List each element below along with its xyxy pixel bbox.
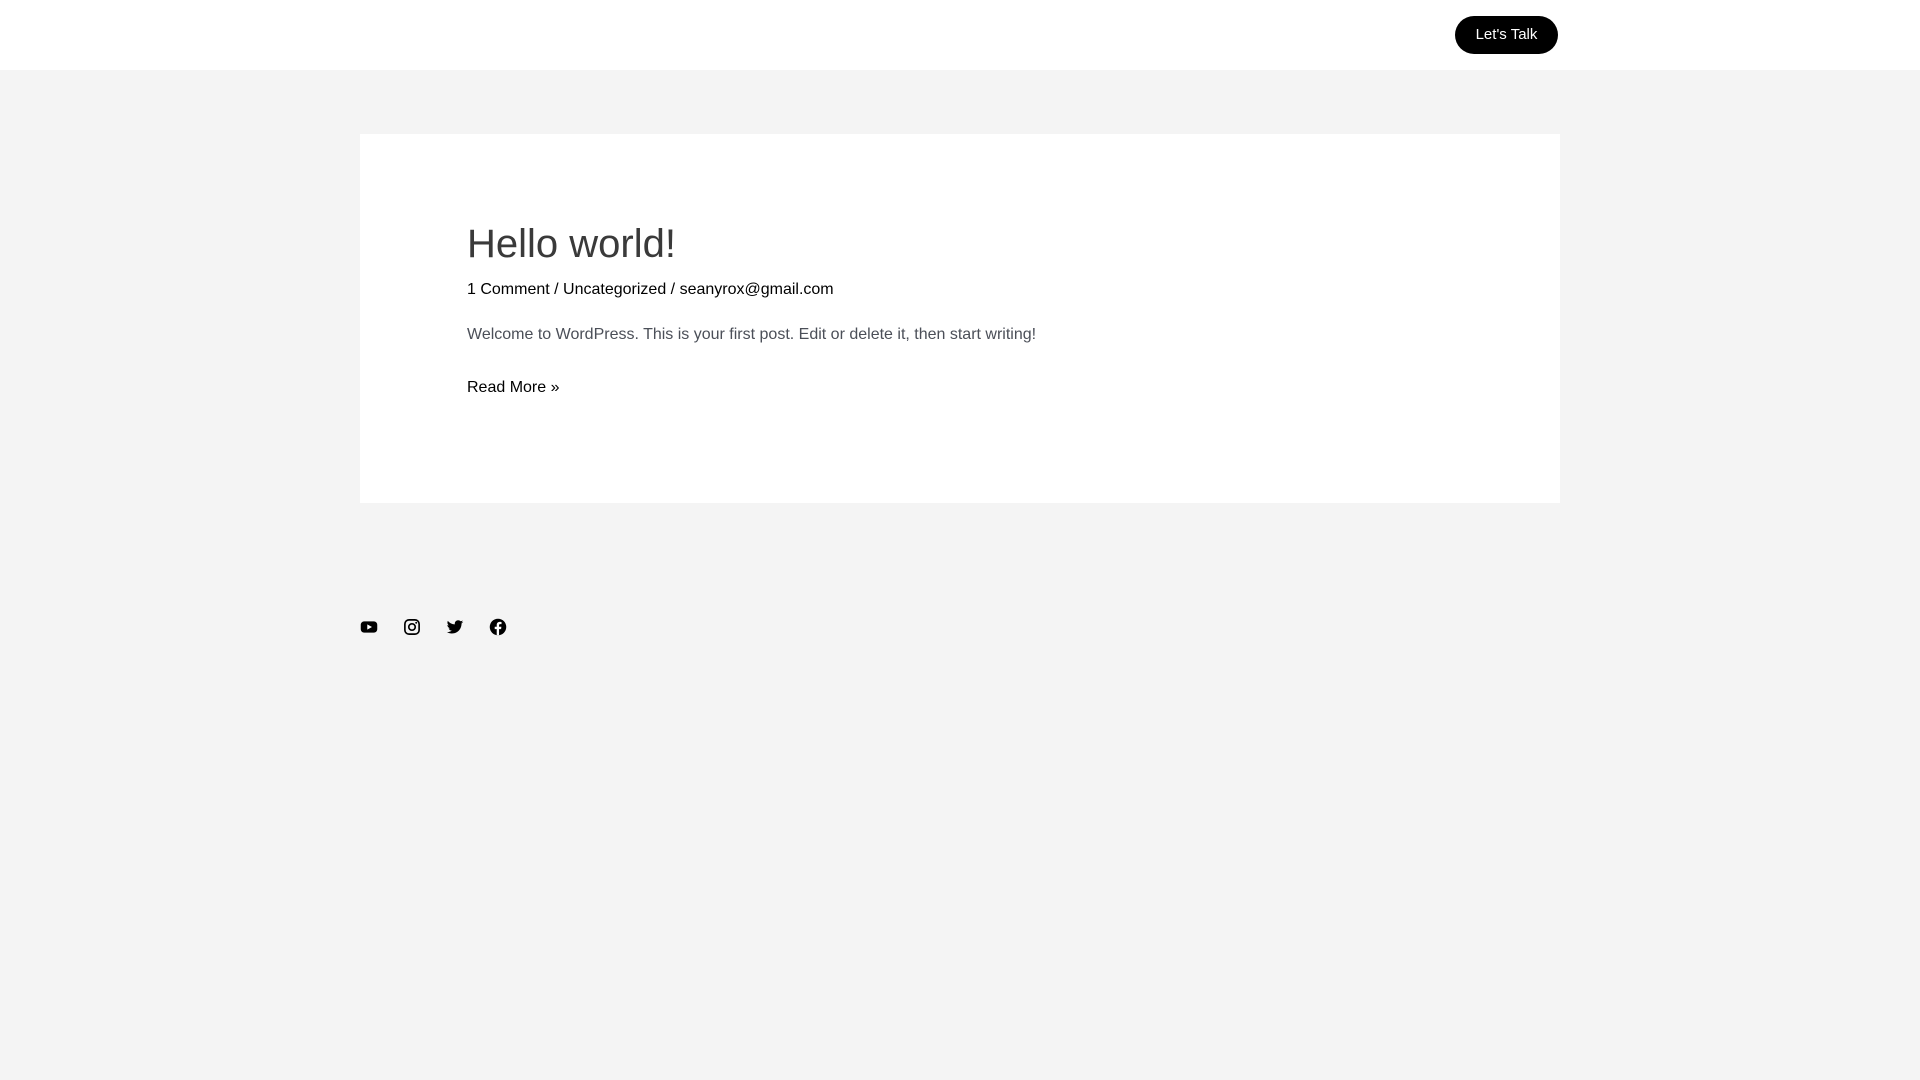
read-more-link[interactable]: Read More » [467,379,560,397]
post-card: Hello world! 1 Comment / Uncategorized /… [360,134,1560,503]
category-link[interactable]: Uncategorized [563,281,666,298]
post-meta: 1 Comment / Uncategorized / seanyrox@gma… [467,280,1036,299]
instagram-icon[interactable] [403,618,421,636]
comments-link[interactable]: 1 Comment [467,281,550,298]
lets-talk-button[interactable]: Let's Talk [1455,16,1558,54]
youtube-icon[interactable] [360,618,378,636]
post-excerpt: Welcome to WordPress. This is your first… [467,326,1037,344]
twitter-icon[interactable] [446,618,464,636]
author-link[interactable]: seanyrox@gmail.com [680,281,834,298]
post-content: Hello world! 1 Comment / Uncategorized /… [467,220,1036,397]
social-icons [360,618,532,636]
site-header: Let's Talk [0,0,1920,70]
meta-separator: / [666,281,680,298]
facebook-icon[interactable] [489,618,507,636]
post-title[interactable]: Hello world! [467,220,1036,268]
meta-separator: / [549,281,564,298]
